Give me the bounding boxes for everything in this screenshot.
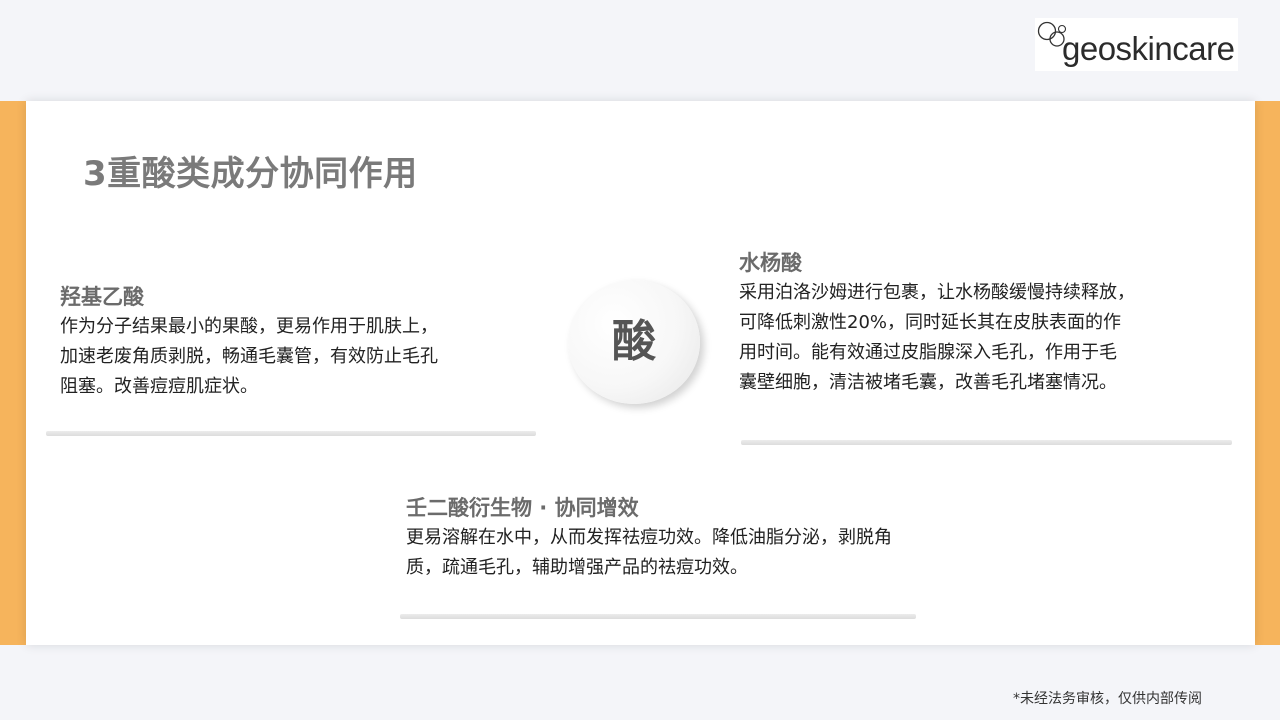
body-line: 质，疏通毛孔，辅助增强产品的祛痘功效。 (406, 557, 748, 578)
section-salicylic-acid: 水杨酸 采用泊洛沙姆进行包裹，让水杨酸缓慢持续释放， 可降低刺激性20%，同时延… (739, 248, 1214, 398)
body-line: 采用泊洛沙姆进行包裹，让水杨酸缓慢持续释放， (739, 282, 1135, 303)
center-circle: 酸 (568, 280, 700, 404)
section-azelaic-derivative: 壬二酸衍生物 · 协同增效 更易溶解在水中，从而发挥祛痘功效。降低油脂分泌，剥脱… (406, 493, 996, 583)
accent-bar-right (1255, 101, 1280, 645)
brand-logo: geoskincare (1035, 18, 1238, 71)
section-glycolic-acid: 羟基乙酸 作为分子结果最小的果酸，更易作用于肌肤上， 加速老废角质剥脱，畅通毛囊… (60, 282, 535, 402)
section-body: 作为分子结果最小的果酸，更易作用于肌肤上， 加速老废角质剥脱，畅通毛囊管，有效防… (60, 312, 535, 402)
divider (741, 440, 1232, 445)
logo-wordmark: geoskincare (1062, 30, 1235, 67)
section-heading: 壬二酸衍生物 · 协同增效 (406, 496, 639, 520)
center-label: 酸 (612, 316, 656, 367)
accent-bar-left (0, 101, 26, 645)
section-body: 采用泊洛沙姆进行包裹，让水杨酸缓慢持续释放， 可降低刺激性20%，同时延长其在皮… (739, 278, 1214, 398)
section-heading: 水杨酸 (739, 251, 802, 275)
body-line: 囊壁细胞，清洁被堵毛囊，改善毛孔堵塞情况。 (739, 372, 1117, 393)
page-title: 3重酸类成分协同作用 (83, 154, 418, 194)
body-line: 可降低刺激性20%，同时延长其在皮肤表面的作 (739, 312, 1122, 333)
body-line: 更易溶解在水中，从而发挥祛痘功效。降低油脂分泌，剥脱角 (406, 527, 892, 548)
body-line: 用时间。能有效通过皮脂腺深入毛孔，作用于毛 (739, 342, 1117, 363)
divider (46, 431, 536, 436)
body-line: 阻塞。改善痘痘肌症状。 (60, 376, 258, 397)
divider (400, 614, 916, 619)
body-line: 作为分子结果最小的果酸，更易作用于肌肤上， (60, 316, 438, 337)
footer-disclaimer: *未经法务审核，仅供内部传阅 (1013, 691, 1202, 707)
section-heading: 羟基乙酸 (60, 285, 144, 309)
body-line: 加速老废角质剥脱，畅通毛囊管，有效防止毛孔 (60, 346, 438, 367)
section-body: 更易溶解在水中，从而发挥祛痘功效。降低油脂分泌，剥脱角 质，疏通毛孔，辅助增强产… (406, 523, 996, 583)
